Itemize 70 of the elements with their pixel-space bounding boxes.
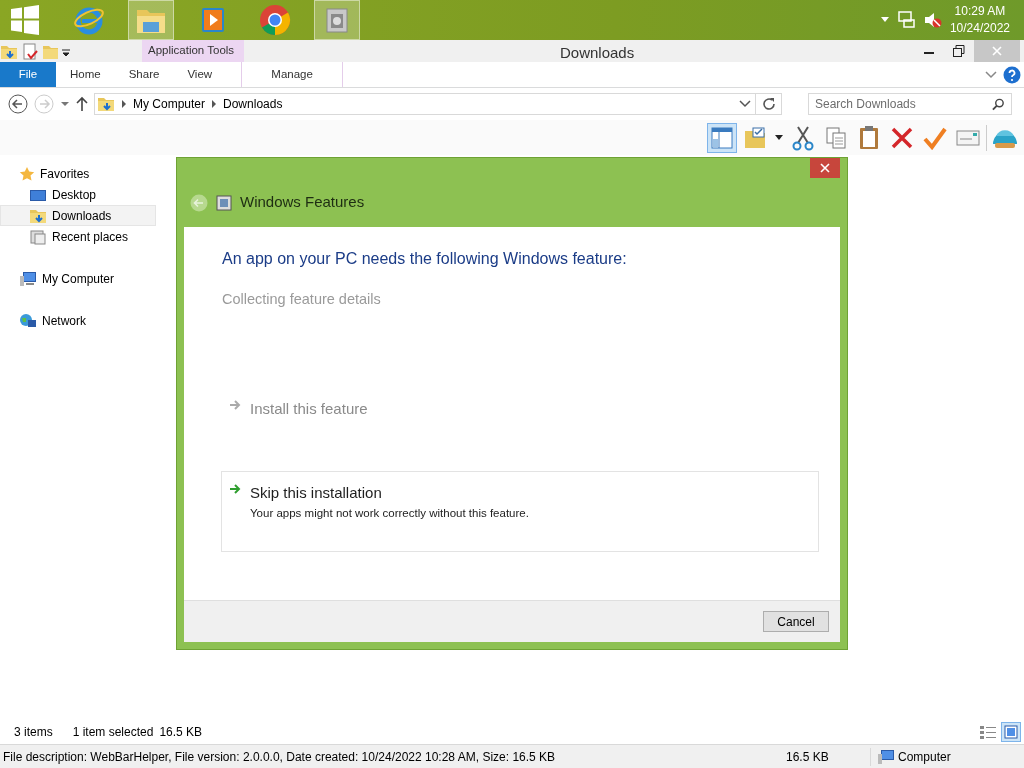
search-box[interactable]: Search Downloads xyxy=(808,93,1012,115)
nav-item[interactable]: Recent places xyxy=(0,226,156,247)
address-bar[interactable]: My Computer Downloads xyxy=(94,93,782,115)
file-size: 16.5 KB xyxy=(786,748,830,766)
recent-locations-caret-icon[interactable] xyxy=(60,99,70,109)
scissors-icon xyxy=(792,124,814,151)
close-icon xyxy=(820,163,830,173)
large-icons-view-button[interactable] xyxy=(1001,722,1021,742)
windows-logo-icon xyxy=(10,5,40,35)
restore-icon xyxy=(953,45,965,57)
copy-icon xyxy=(825,125,847,150)
expand-ribbon-icon[interactable] xyxy=(985,69,997,80)
back-icon[interactable] xyxy=(8,94,28,114)
muted-speaker-icon[interactable] xyxy=(923,11,942,29)
clock-time: 10:29 AM xyxy=(953,3,1007,20)
preview-pane-icon xyxy=(710,125,734,150)
features-window-icon xyxy=(216,194,232,211)
nav-item[interactable]: Desktop xyxy=(0,184,156,205)
close-button[interactable] xyxy=(810,158,840,178)
computer-icon xyxy=(19,269,37,288)
dialog-heading: An app on your PC needs the following Windows feature: xyxy=(222,249,628,269)
breadcrumb[interactable]: Downloads xyxy=(223,95,283,113)
network-icon[interactable] xyxy=(897,11,916,29)
breadcrumb-arrow-icon[interactable] xyxy=(211,100,218,108)
contextual-tab-group-label: Application Tools xyxy=(142,40,244,62)
status-text: Collecting feature details xyxy=(222,290,382,309)
ribbon-tab[interactable]: Manage xyxy=(241,62,344,87)
nav-item[interactable]: Network xyxy=(0,310,156,331)
preview-pane-button[interactable] xyxy=(707,122,737,153)
properties-icon[interactable] xyxy=(21,43,39,61)
clipboard-icon xyxy=(858,124,880,151)
window-title: Downloads xyxy=(560,43,635,63)
ribbon-tab[interactable]: Home xyxy=(56,62,115,87)
downloads-folder-icon xyxy=(97,95,115,113)
search-icon[interactable] xyxy=(991,97,1005,111)
delete-x-icon xyxy=(890,125,914,150)
nav-item[interactable]: My Computer xyxy=(0,268,156,289)
selection-size: 16.5 KB xyxy=(159,724,203,741)
nav-item[interactable]: Favorites xyxy=(0,163,156,184)
dialog-title: Windows Features xyxy=(240,192,365,213)
cancel-button[interactable]: Cancel xyxy=(763,611,829,632)
caret-icon xyxy=(775,135,783,140)
help-icon[interactable] xyxy=(1003,65,1021,84)
item-count: 3 items xyxy=(14,724,53,741)
up-arrow-icon[interactable] xyxy=(76,96,88,112)
folder-checklist-icon xyxy=(743,125,767,150)
option-link[interactable]: Skip this installation Your apps might not work correctly without this feature. xyxy=(221,471,819,553)
refresh-icon[interactable] xyxy=(761,97,776,111)
details-view-icon xyxy=(979,724,997,740)
nav-item[interactable]: Downloads xyxy=(0,205,156,226)
close-icon xyxy=(992,46,1002,56)
taskbar-button[interactable] xyxy=(314,0,360,40)
breadcrumb-arrow-icon[interactable] xyxy=(121,100,127,108)
selection-info: 1 item selected xyxy=(72,724,154,741)
ribbon-tab[interactable]: View xyxy=(173,62,227,87)
chrome-icon xyxy=(259,4,291,36)
downloads-folder-icon[interactable] xyxy=(0,43,18,61)
arrow-right-icon xyxy=(228,397,242,412)
large-icons-view-icon xyxy=(1003,724,1019,740)
star-icon xyxy=(19,165,35,182)
checkmark-icon xyxy=(923,125,947,150)
computer-icon xyxy=(877,748,895,765)
zone-label: Computer xyxy=(898,748,951,766)
ribbon-tab[interactable]: File xyxy=(0,62,56,87)
breadcrumb[interactable]: My Computer xyxy=(133,95,206,113)
recent-places-icon xyxy=(29,227,47,246)
file-details: File description: WebBarHelper, File version: 2.0.0.0, Date created: 10/24/2022 10:28 AM, Size: 16.5 KB xyxy=(2,748,557,766)
ribbon-tab[interactable]: Share xyxy=(114,62,174,87)
clock-date: 10/24/2022 xyxy=(949,20,1010,37)
network-globe-icon xyxy=(19,311,37,330)
